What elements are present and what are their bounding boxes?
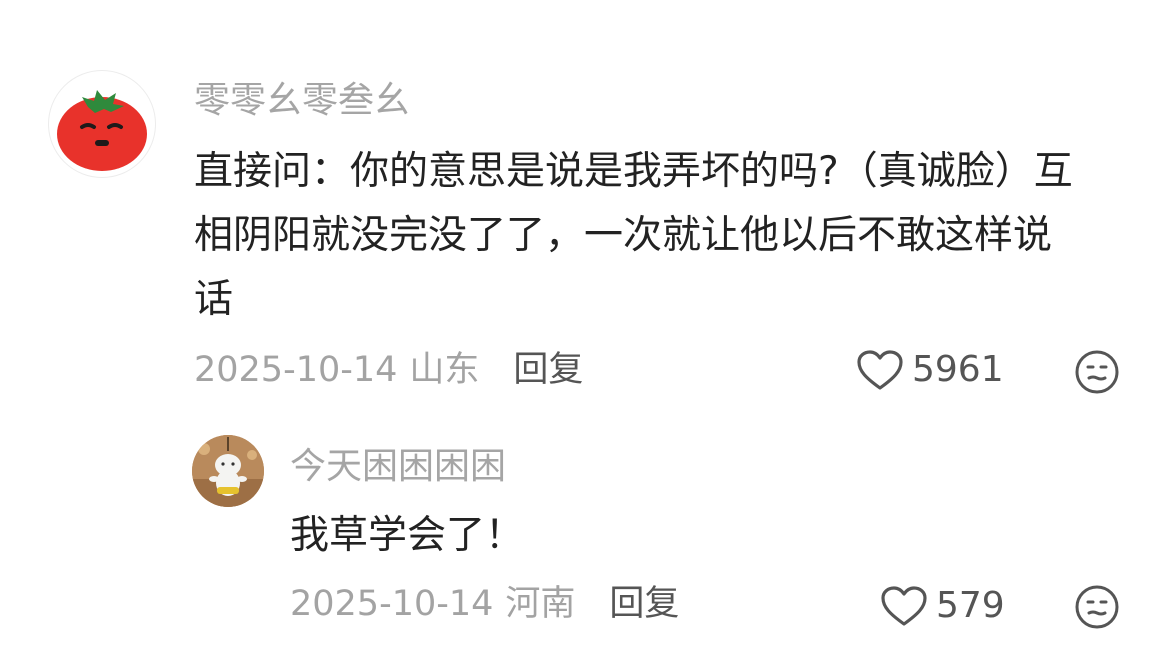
heart-outline-icon <box>880 585 928 627</box>
comment-location: 山东 <box>409 350 480 390</box>
avatar[interactable] <box>48 70 156 178</box>
comment-meta: 2025-10-14 山东 回复 <box>194 348 583 392</box>
comment-date: 2025-10-14 <box>290 584 494 624</box>
comment-text-line: 直接问：你的意思是说是我弄坏的吗?（真诚脸）互 <box>194 149 1073 194</box>
comment-text: 我草学会了！ <box>290 513 525 558</box>
username[interactable]: 今天困困困困 <box>290 445 506 489</box>
like-button[interactable]: 5961 <box>856 348 1004 392</box>
comment-text: 直接问：你的意思是说是我弄坏的吗?（真诚脸）互 相阴阳就没完没了了，一次就让他以… <box>194 140 1134 332</box>
comment-text-line: 相阴阳就没完没了了，一次就让他以后不敢这样说 <box>194 213 1053 258</box>
neutral-face-icon[interactable] <box>1074 349 1120 395</box>
heart-outline-icon <box>856 349 904 391</box>
tomato-face-icon <box>57 90 147 171</box>
comment-text-line: 话 <box>194 277 234 322</box>
comment-location: 河南 <box>505 584 576 624</box>
plush-toy-icon <box>192 435 264 507</box>
comment-meta: 2025-10-14 河南 回复 <box>290 582 679 626</box>
comment-date: 2025-10-14 <box>194 350 398 390</box>
like-count: 5961 <box>912 349 1004 390</box>
like-button[interactable]: 579 <box>880 584 1005 628</box>
avatar[interactable] <box>192 435 264 507</box>
like-count: 579 <box>936 585 1005 626</box>
neutral-face-icon[interactable] <box>1074 584 1120 630</box>
reply-button[interactable]: 回复 <box>513 348 583 392</box>
reply-button[interactable]: 回复 <box>609 582 679 626</box>
username[interactable]: 零零幺零叁幺 <box>194 79 410 123</box>
